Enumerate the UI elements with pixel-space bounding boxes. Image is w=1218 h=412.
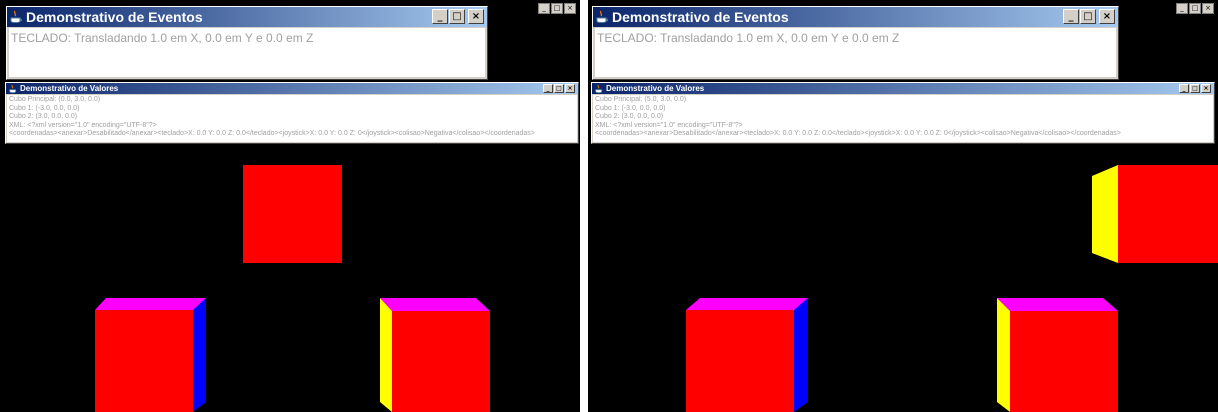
maximize-button[interactable]: □ bbox=[1190, 84, 1200, 93]
outer-close-button[interactable]: × bbox=[564, 3, 576, 14]
maximize-button[interactable]: □ bbox=[449, 9, 465, 24]
cube-1-side bbox=[794, 298, 808, 412]
values-window: Demonstrativo de Valores _ □ × Cubo Prin… bbox=[5, 82, 579, 144]
events-window: Demonstrativo de Eventos _ □ × TECLADO: … bbox=[592, 6, 1119, 80]
events-window-titlebar[interactable]: Demonstrativo de Eventos _ □ × bbox=[593, 7, 1118, 27]
values-window-controls: _ □ × bbox=[1179, 84, 1211, 93]
events-window-title: Demonstrativo de Eventos bbox=[26, 9, 203, 25]
values-text[interactable]: Cubo Principal: (5.0, 3.0, 0.0) Cubo 1: … bbox=[593, 95, 1213, 142]
cube-2-top bbox=[997, 298, 1118, 311]
values-window-titlebar[interactable]: Demonstrativo de Valores _ □ × bbox=[6, 83, 578, 94]
close-button[interactable]: × bbox=[1099, 9, 1115, 24]
panel-divider bbox=[580, 0, 588, 412]
cube-1-front bbox=[95, 310, 193, 412]
xml-body: <coordenadas><anexar>Desabilitado</anexa… bbox=[595, 130, 1121, 137]
event-message: TECLADO: Transladando 1.0 em X, 0.0 em Y… bbox=[597, 31, 900, 45]
values-window-title: Demonstrativo de Valores bbox=[20, 84, 119, 93]
minimize-button[interactable]: _ bbox=[1063, 9, 1079, 24]
scene-viewport-right[interactable]: _ □ × Demonstrativo de Eventos _ □ × TEC… bbox=[588, 0, 1218, 412]
cube-2-top bbox=[380, 298, 490, 311]
events-window-title: Demonstrativo de Eventos bbox=[612, 9, 789, 25]
maximize-button[interactable]: □ bbox=[1080, 9, 1096, 24]
main-cube-front bbox=[243, 165, 342, 263]
xml-body: <coordenadas><anexar>Desabilitado</anexa… bbox=[9, 130, 535, 137]
main-cube-front bbox=[1118, 165, 1218, 263]
cube-1-front bbox=[686, 310, 794, 412]
values-window: Demonstrativo de Valores _ □ × Cubo Prin… bbox=[591, 82, 1215, 144]
outer-window-controls: _ □ × bbox=[1176, 3, 1214, 14]
cube-2-side bbox=[380, 298, 392, 412]
cube-1-top bbox=[95, 298, 206, 310]
cube-1-top bbox=[686, 298, 808, 310]
outer-maximize-button[interactable]: □ bbox=[1189, 3, 1201, 14]
values-window-controls: _ □ × bbox=[543, 84, 575, 93]
outer-minimize-button[interactable]: _ bbox=[1176, 3, 1188, 14]
cube-2-front bbox=[392, 311, 490, 412]
outer-close-button[interactable]: × bbox=[1202, 3, 1214, 14]
xml-header: XML: <?xml version="1.0" encoding="UTF-8… bbox=[595, 121, 743, 129]
values-text[interactable]: Cubo Principal: (0.0, 3.0, 0.0) Cubo 1: … bbox=[7, 95, 577, 142]
events-log[interactable]: TECLADO: Transladando 1.0 em X, 0.0 em Y… bbox=[595, 28, 1116, 77]
cube-2-front bbox=[1010, 311, 1118, 412]
events-window-titlebar[interactable]: Demonstrativo de Eventos _ □ × bbox=[7, 7, 487, 27]
outer-maximize-button[interactable]: □ bbox=[551, 3, 563, 14]
cube-1-coordinates: Cubo 1: (-3.0, 0.0, 0.0) bbox=[595, 104, 666, 112]
values-window-title: Demonstrativo de Valores bbox=[606, 84, 705, 93]
outer-window-controls: _ □ × bbox=[538, 3, 576, 14]
cube-1-side bbox=[193, 298, 206, 412]
java-cup-icon bbox=[595, 84, 603, 94]
main-cube-coordinates: Cubo Principal: (0.0, 3.0, 0.0) bbox=[9, 96, 101, 103]
minimize-button[interactable]: _ bbox=[543, 84, 553, 93]
event-message: TECLADO: Transladando 1.0 em X, 0.0 em Y… bbox=[11, 31, 314, 45]
scene-viewport-left[interactable]: _ □ × Demonstrativo de Eventos _ □ × TEC… bbox=[0, 0, 580, 412]
java-cup-icon bbox=[10, 10, 22, 24]
cube-2-coordinates: Cubo 2: (3.0, 0.0, 0.0) bbox=[595, 113, 664, 120]
close-button[interactable]: × bbox=[468, 9, 484, 24]
events-window-controls: _ □ × bbox=[432, 9, 484, 24]
outer-minimize-button[interactable]: _ bbox=[538, 3, 550, 14]
values-window-titlebar[interactable]: Demonstrativo de Valores _ □ × bbox=[592, 83, 1214, 94]
java-cup-icon bbox=[596, 10, 608, 24]
java-cup-icon bbox=[9, 84, 17, 94]
close-button[interactable]: × bbox=[1201, 84, 1211, 93]
events-window-controls: _ □ × bbox=[1063, 9, 1115, 24]
cube-1-coordinates: Cubo 1: (-3.0, 0.0, 0.0) bbox=[9, 104, 80, 112]
events-window: Demonstrativo de Eventos _ □ × TECLADO: … bbox=[6, 6, 488, 80]
maximize-button[interactable]: □ bbox=[554, 84, 564, 93]
cube-2-side bbox=[997, 298, 1010, 412]
xml-header: XML: <?xml version="1.0" encoding="UTF-8… bbox=[9, 121, 157, 129]
minimize-button[interactable]: _ bbox=[1179, 84, 1189, 93]
cube-2-coordinates: Cubo 2: (3.0, 0.0, 0.0) bbox=[9, 113, 78, 120]
main-cube-coordinates: Cubo Principal: (5.0, 3.0, 0.0) bbox=[595, 96, 687, 103]
close-button[interactable]: × bbox=[565, 84, 575, 93]
events-log[interactable]: TECLADO: Transladando 1.0 em X, 0.0 em Y… bbox=[9, 28, 485, 77]
main-cube-side bbox=[1092, 165, 1118, 263]
minimize-button[interactable]: _ bbox=[432, 9, 448, 24]
